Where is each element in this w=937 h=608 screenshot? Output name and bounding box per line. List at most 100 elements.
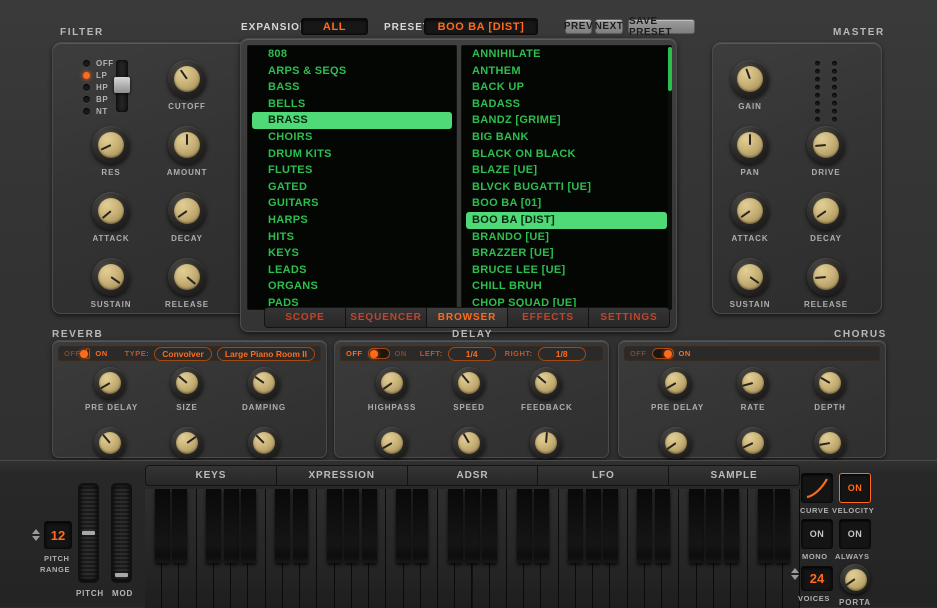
knob-drive[interactable] [807,126,845,164]
preset-list[interactable]: ANNIHILATEANTHEMBACK UPBADASSBANDZ [GRIM… [461,45,672,310]
piano-black-key[interactable] [362,489,377,563]
knob-feedback[interactable] [660,427,692,459]
filter-mode-slider[interactable] [116,60,128,112]
piano-black-key[interactable] [344,489,359,563]
preset-list-item[interactable]: BACK UP [462,79,671,96]
bottom-tab-xpression[interactable]: XPRESSION [277,466,408,485]
pitch-range-value[interactable]: 12 [44,521,72,549]
category-list-item[interactable]: ORGANS [248,278,456,295]
preset-list-item[interactable]: BIG BANK [462,129,671,146]
piano-black-key[interactable] [534,489,549,563]
knob-decay-wrap[interactable]: DECAY [798,192,854,243]
category-list-item[interactable]: CHOIRS [248,129,456,146]
knob-release[interactable] [807,258,845,296]
bottom-tab-bar[interactable]: KEYSXPRESSIONADSRLFOSAMPLE [145,465,800,486]
preset-list-item[interactable]: BRUCE LEE [UE] [462,262,671,279]
piano-black-key[interactable] [758,489,773,563]
save-preset-button[interactable]: SAVE PRESET [628,19,695,34]
knob-lowpass[interactable] [737,427,769,459]
radio-dot-icon[interactable] [83,96,90,103]
filter-mode-lp[interactable]: LP [83,71,107,80]
knob-speed-wrap[interactable]: SPEED [444,367,494,412]
knob-width[interactable] [171,427,203,459]
piano-black-key[interactable] [396,489,411,563]
knob-size[interactable] [171,367,203,399]
knob-decay-wrap[interactable]: DECAY [159,192,215,243]
bottom-tab-lfo[interactable]: LFO [538,466,669,485]
voices-spinner[interactable] [791,568,799,580]
piano-black-key[interactable] [413,489,428,563]
piano-black-key[interactable] [655,489,670,563]
knob-attack[interactable] [731,192,769,230]
piano-black-key[interactable] [689,489,704,563]
category-list-item[interactable]: HITS [248,229,456,246]
delay-right-field[interactable]: 1/8 [538,347,586,361]
knob-drive-wrap[interactable]: DRIVE [798,126,854,177]
preset-list-item[interactable]: BANDZ [GRIME] [462,112,671,129]
category-list[interactable]: 808ARPS & SEQSBASSBELLSBRASSCHOIRSDRUM K… [247,45,457,310]
category-list-item[interactable]: BASS [248,79,456,96]
knob-mod[interactable] [453,427,485,459]
piano-black-key[interactable] [482,489,497,563]
voices-down-arrow[interactable] [791,575,799,580]
piano-black-key[interactable] [517,489,532,563]
porta-knob[interactable] [840,564,870,594]
reverb-type-field[interactable]: Convolver [154,347,212,361]
knob-damping[interactable] [376,427,408,459]
radio-dot-icon[interactable] [83,108,90,115]
tab-sequencer[interactable]: SEQUENCER [346,308,427,327]
preset-list-item[interactable]: BOO BA [01] [462,195,671,212]
knob-mix[interactable] [530,427,562,459]
filter-mode-bp[interactable]: BP [83,95,108,104]
category-list-item[interactable]: LEADS [248,262,456,279]
knob-attack-wrap[interactable]: ATTACK [722,192,778,243]
piano-black-key[interactable] [224,489,239,563]
knob-lowpass[interactable] [94,427,126,459]
knob-size-wrap[interactable]: SIZE [162,367,212,412]
knob-rate[interactable] [737,367,769,399]
prev-preset-button[interactable]: PREV [565,19,592,34]
knob-pan-wrap[interactable]: PAN [722,126,778,177]
knob-release[interactable] [168,258,206,296]
pitch-range-down-arrow[interactable] [32,536,40,541]
preset-scrollbar-track[interactable] [668,47,672,308]
preset-list-item[interactable]: ANNIHILATE [462,46,671,63]
piano-black-key[interactable] [775,489,790,563]
porta-knob-wrap[interactable]: PORTA [838,564,872,607]
knob-res-wrap[interactable]: RES [83,126,139,177]
category-list-item[interactable]: FLUTES [248,162,456,179]
pitch-wheel[interactable] [78,483,99,583]
tab-browser[interactable]: BROWSER [427,308,508,327]
piano-black-key[interactable] [293,489,308,563]
knob-depth[interactable] [814,367,846,399]
knob-mix[interactable] [814,427,846,459]
category-list-item[interactable]: GATED [248,179,456,196]
always-button[interactable]: ON [839,519,871,549]
tab-settings[interactable]: SETTINGS [589,308,669,327]
category-list-item[interactable]: BRASS [252,112,452,129]
knob-mix[interactable] [248,427,280,459]
mod-wheel[interactable] [111,483,132,583]
knob-cutoff[interactable] [168,60,206,98]
knob-decay[interactable] [168,192,206,230]
reverb-power-switch[interactable] [86,348,91,359]
knob-cutoff-wrap[interactable]: CUTOFF [159,60,215,111]
knob-pre-delay[interactable] [660,367,692,399]
radio-dot-icon[interactable] [83,60,90,67]
tab-scope[interactable]: SCOPE [265,308,346,327]
preset-list-item[interactable]: BADASS [462,96,671,113]
radio-dot-icon[interactable] [83,84,90,91]
expansion-value-field[interactable]: ALL [301,18,368,35]
bottom-tab-adsr[interactable]: ADSR [408,466,539,485]
chorus-power-switch[interactable] [652,348,674,359]
knob-rate-wrap[interactable]: RATE [728,367,778,412]
knob-highpass-wrap[interactable]: HIGHPASS [367,367,417,412]
knob-res[interactable] [92,126,130,164]
reverb-impulse-field[interactable]: Large Piano Room II [217,347,315,361]
piano-black-key[interactable] [275,489,290,563]
category-list-item[interactable]: ARPS & SEQS [248,63,456,80]
filter-mode-slider-thumb[interactable] [114,77,130,93]
knob-pan[interactable] [731,126,769,164]
category-list-item[interactable]: BELLS [248,96,456,113]
knob-sustain[interactable] [92,258,130,296]
